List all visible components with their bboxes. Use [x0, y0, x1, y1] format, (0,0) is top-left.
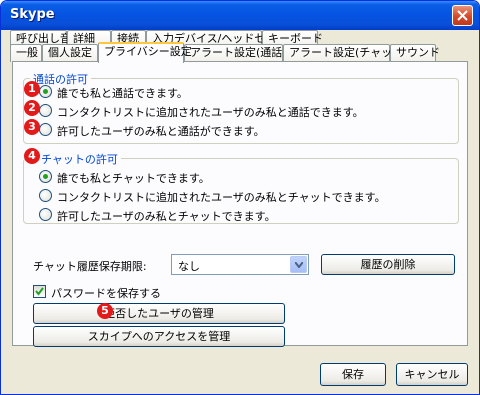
- manage-blocked-users-button[interactable]: 拒否したユーザの管理: [33, 303, 285, 324]
- radio-label: 許可したユーザのみ私と通話ができます。: [57, 125, 265, 138]
- history-label: チャット履歴保存期限:: [33, 260, 147, 273]
- tab-chat-alerts[interactable]: アラート設定(チャット): [283, 44, 407, 62]
- tab-general[interactable]: 一般: [10, 44, 42, 62]
- radio-label: コンタクトリストに追加されたユーザのみ私とチャットできます。: [57, 191, 386, 204]
- history-period-value: なし: [178, 260, 200, 273]
- radio-button[interactable]: [39, 170, 52, 183]
- marker-5: 5: [97, 303, 113, 319]
- history-period-select[interactable]: なし: [171, 254, 309, 275]
- radio-button[interactable]: [39, 104, 52, 117]
- privacy-panel: 通話の許可 誰でも私と通話できます。 コンタクトリストに追加されたユーザのみ私と…: [12, 61, 468, 347]
- radio-label: 誰でも私と通話できます。: [57, 87, 188, 100]
- window-title: Skype: [10, 7, 55, 22]
- radio-button[interactable]: [39, 189, 52, 202]
- title-bar[interactable]: Skype: [1, 1, 479, 30]
- marker-2: 2: [24, 100, 40, 116]
- save-password-checkbox[interactable]: [33, 285, 46, 298]
- marker-1: 1: [24, 81, 40, 97]
- checkmark-icon: [35, 287, 44, 296]
- save-password-label: パスワードを保存する: [51, 287, 161, 300]
- cancel-button[interactable]: キャンセル: [396, 363, 468, 386]
- radio-button[interactable]: [39, 85, 52, 98]
- tab-privacy[interactable]: プライバシー設定: [98, 42, 192, 63]
- dialog-body: 呼び出し音 詳細 接続 入力デバイス/ヘッドセット キーボード 一般 個人設定 …: [4, 30, 476, 393]
- radio-button[interactable]: [39, 123, 52, 136]
- close-icon: [457, 10, 468, 21]
- save-button[interactable]: 保存: [320, 363, 386, 386]
- dropdown-arrow[interactable]: [290, 256, 307, 273]
- radio-button[interactable]: [39, 208, 52, 221]
- tab-call-alerts[interactable]: アラート設定(通話): [184, 44, 287, 62]
- chat-permission-label: チャットの許可: [38, 151, 121, 167]
- delete-history-button[interactable]: 履歴の削除: [321, 254, 455, 275]
- manage-skype-access-button[interactable]: スカイプへのアクセスを管理: [33, 326, 285, 347]
- radio-label: 許可したユーザのみ私とチャットできます。: [57, 210, 276, 223]
- skype-options-window: Skype 呼び出し音 詳細 接続 入力デバイス/ヘッドセット キーボード 一般…: [0, 0, 480, 395]
- marker-4: 4: [24, 148, 40, 164]
- marker-3: 3: [24, 119, 40, 135]
- tab-personal[interactable]: 個人設定: [42, 44, 98, 62]
- tab-sounds[interactable]: サウンド: [390, 44, 440, 62]
- radio-label: 誰でも私とチャットできます。: [57, 172, 210, 185]
- radio-label: コンタクトリストに追加されたユーザのみ私と通話できます。: [57, 106, 364, 119]
- close-button[interactable]: [452, 5, 473, 26]
- chevron-down-icon: [295, 262, 303, 268]
